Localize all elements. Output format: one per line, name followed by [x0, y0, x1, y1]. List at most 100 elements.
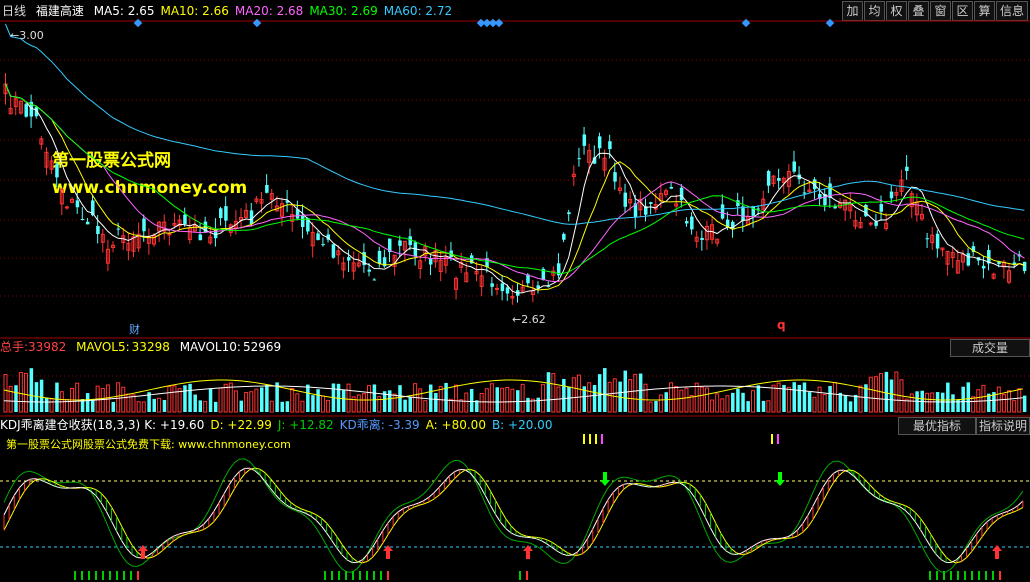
- volume-bar: [510, 388, 515, 413]
- volume-bar: [843, 395, 848, 412]
- candle-body: [777, 178, 781, 181]
- volume-bar: [188, 383, 192, 412]
- volume-bar: [213, 401, 218, 412]
- candle-body: [224, 206, 228, 221]
- volume-bar: [111, 401, 116, 412]
- volume-bar: [223, 383, 228, 413]
- volume-bar: [141, 401, 146, 413]
- candle-body: [756, 208, 761, 210]
- volume-bar: [361, 393, 366, 413]
- volume-bar: [320, 395, 325, 413]
- volume-bar: [434, 392, 438, 412]
- volume-bar: [736, 388, 740, 412]
- volume-bar: [526, 397, 530, 412]
- candle-body: [679, 187, 684, 201]
- volume-bar: [679, 389, 684, 413]
- volume-bar: [23, 372, 28, 413]
- candle-body: [597, 136, 602, 149]
- volume-bar: [157, 397, 162, 413]
- volume-bar: [316, 389, 320, 412]
- volume-bar: [495, 387, 500, 412]
- volume-bar: [571, 377, 576, 413]
- volume-bar: [704, 387, 709, 413]
- volume-bar: [152, 398, 156, 412]
- moving-average-line: [5, 83, 1025, 283]
- volume-bar: [306, 384, 310, 412]
- volume-bar: [341, 389, 346, 412]
- volume-bar: [812, 396, 817, 413]
- volume-bar: [822, 394, 827, 413]
- volume-bar: [233, 390, 238, 413]
- volume-bar: [715, 393, 720, 413]
- volume-bar: [699, 386, 704, 413]
- volume-bar: [121, 386, 126, 413]
- volume-bar: [802, 382, 807, 412]
- stock-chart-canvas[interactable]: [0, 0, 1030, 582]
- candle-body: [935, 233, 940, 249]
- volume-bar: [479, 392, 484, 413]
- volume-bar: [828, 385, 832, 412]
- kdj-k-line: [3, 467, 1024, 564]
- volume-bar: [853, 394, 858, 412]
- volume-bar: [105, 384, 110, 413]
- moving-average-line: [5, 83, 1025, 275]
- candle-body: [889, 191, 894, 199]
- volume-bar: [290, 388, 295, 413]
- candle-body: [802, 192, 807, 194]
- volume-bar: [198, 400, 203, 412]
- candle-body: [24, 104, 28, 117]
- volume-bar: [868, 376, 873, 413]
- volume-bar: [377, 396, 382, 413]
- volume-bar: [807, 392, 812, 412]
- volume-bar: [464, 392, 469, 413]
- volume-bar: [628, 379, 633, 413]
- volume-bar: [946, 382, 950, 412]
- volume-bar: [448, 398, 453, 413]
- volume-bar: [1007, 390, 1012, 413]
- volume-bar: [505, 386, 510, 413]
- volume-bar: [172, 385, 177, 413]
- candle-body: [1022, 261, 1027, 272]
- candle-body: [219, 208, 223, 219]
- volume-bar: [623, 370, 628, 412]
- volume-bar: [725, 395, 730, 413]
- volume-bar: [1022, 395, 1027, 412]
- volume-bar: [664, 392, 668, 412]
- candle-body: [331, 244, 336, 258]
- volume-bar: [428, 384, 433, 412]
- sell-arrow-icon: [775, 472, 785, 486]
- volume-bar: [551, 373, 556, 413]
- volume-bar: [654, 401, 658, 412]
- volume-bar: [797, 384, 802, 412]
- volume-bar: [3, 374, 8, 413]
- volume-bar: [454, 384, 459, 413]
- volume-bar: [587, 382, 592, 413]
- volume-bar: [18, 372, 23, 413]
- candle-body: [720, 204, 725, 219]
- volume-bar: [418, 388, 423, 413]
- volume-bar: [751, 390, 756, 413]
- volume-bar: [720, 398, 725, 413]
- volume-bar: [879, 373, 884, 413]
- volume-bar: [116, 382, 121, 413]
- candle-body: [80, 218, 85, 220]
- volume-bar: [925, 392, 930, 413]
- candle-body: [577, 158, 581, 160]
- volume-bar: [280, 401, 284, 412]
- volume-bar: [684, 387, 689, 413]
- volume-bar: [500, 387, 505, 413]
- volume-bar: [1017, 388, 1022, 413]
- volume-bar: [14, 385, 18, 412]
- volume-bar: [244, 392, 249, 413]
- candle-body: [669, 186, 674, 189]
- candle-body: [372, 279, 377, 281]
- volume-bar: [444, 382, 448, 412]
- volume-bar: [49, 398, 54, 413]
- volume-bar: [44, 397, 49, 412]
- candle-body: [428, 258, 433, 265]
- volume-bar: [603, 368, 607, 412]
- moving-average-line: [5, 23, 1025, 225]
- candle-body: [75, 200, 80, 208]
- volume-bar: [85, 393, 90, 412]
- volume-bar: [469, 389, 474, 412]
